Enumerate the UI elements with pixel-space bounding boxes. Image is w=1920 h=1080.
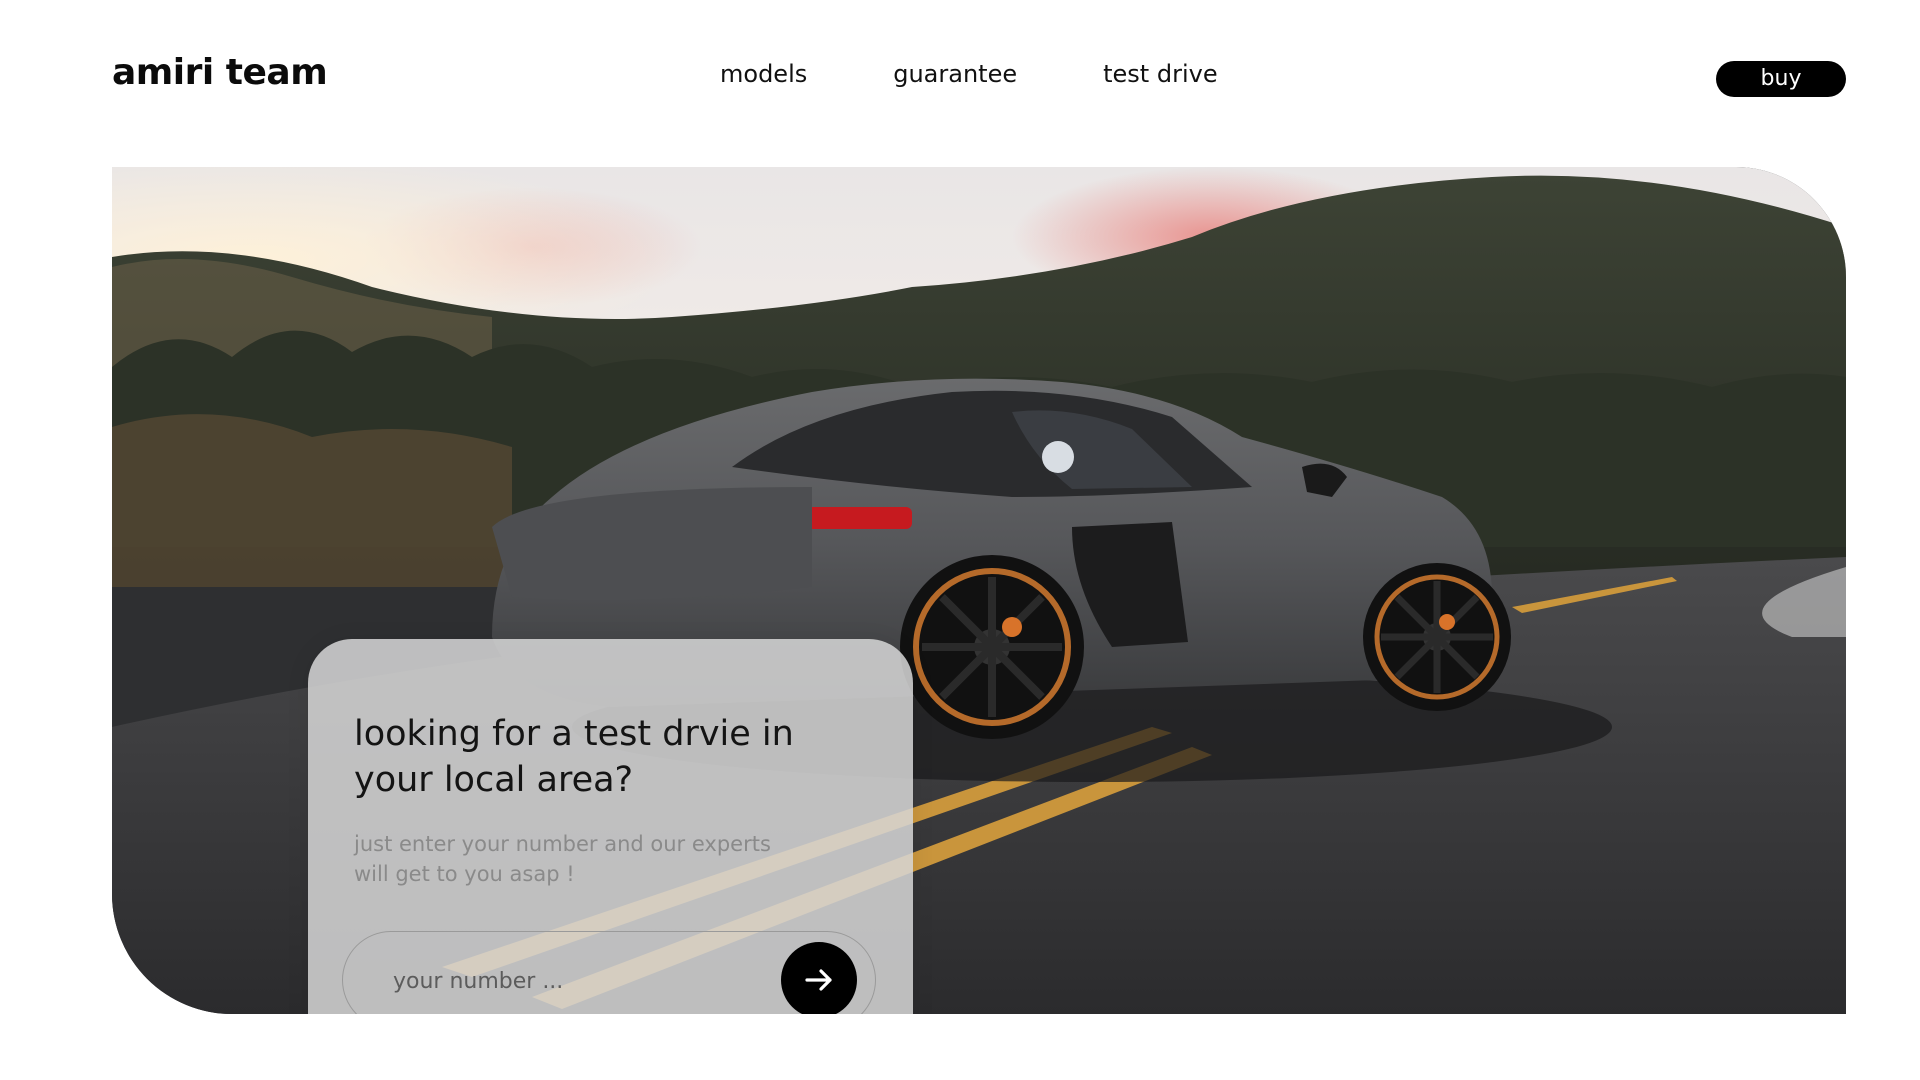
arrow-right-icon bbox=[805, 969, 832, 991]
test-drive-card: looking for a test drvie in your local a… bbox=[308, 639, 913, 1014]
card-title: looking for a test drvie in your local a… bbox=[354, 714, 794, 800]
phone-number-input[interactable] bbox=[379, 956, 739, 1006]
hero-banner: looking for a test drvie in your local a… bbox=[112, 167, 1846, 1014]
phone-number-form bbox=[342, 931, 876, 1014]
site-header: amiri team models guarantee test drive b… bbox=[0, 0, 1920, 150]
card-subtitle: just enter your number and our experts w… bbox=[354, 832, 771, 886]
submit-arrow-button[interactable] bbox=[781, 942, 857, 1014]
buy-button[interactable]: buy bbox=[1716, 61, 1846, 97]
nav-link-guarantee[interactable]: guarantee bbox=[893, 60, 1017, 88]
nav-link-test-drive[interactable]: test drive bbox=[1103, 60, 1217, 88]
main-nav: models guarantee test drive bbox=[720, 60, 1304, 88]
brand-logo[interactable]: amiri team bbox=[112, 52, 328, 93]
nav-link-models[interactable]: models bbox=[720, 60, 807, 88]
